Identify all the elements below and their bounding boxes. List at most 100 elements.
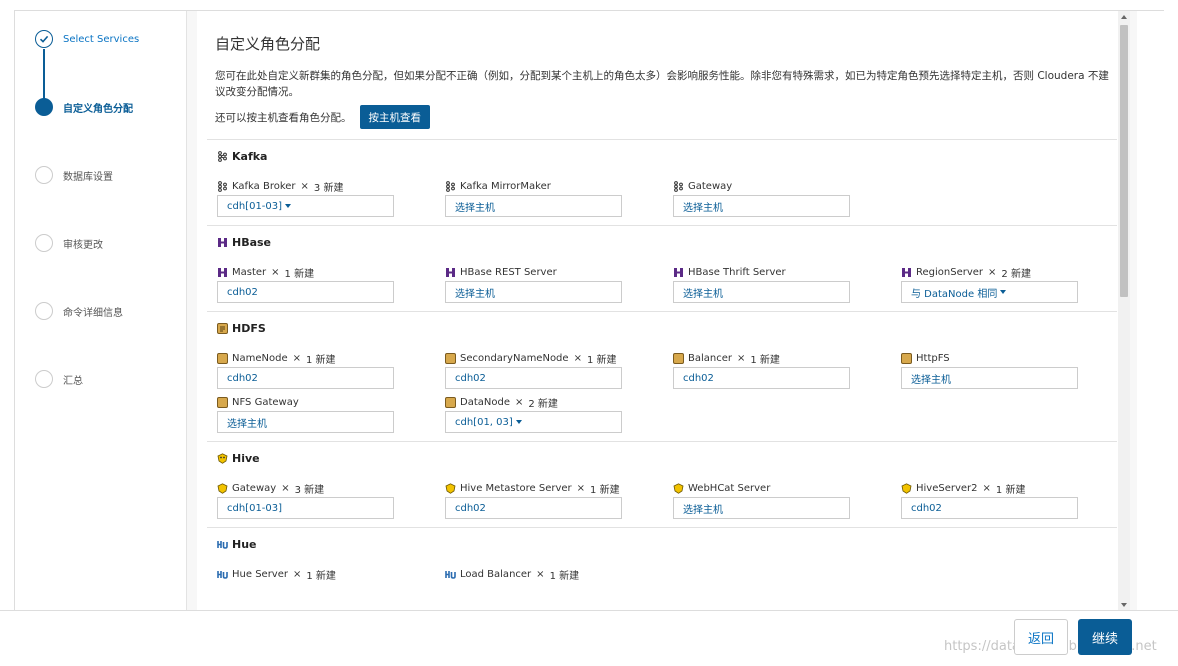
kafka-icon <box>446 180 455 192</box>
times-sign: × <box>988 266 997 278</box>
role-hbase-rest-server: HBase REST Server 选择主机 <box>445 265 673 303</box>
step-database-setup[interactable]: 数据库设置 <box>35 165 113 185</box>
kafka-icon <box>674 180 683 192</box>
page-description: 您可在此处自定义新群集的角色分配，但如果分配不正确（例如，分配到某个主机上的角色… <box>215 70 1109 98</box>
pending-step-dot <box>35 234 53 252</box>
step-label: 数据库设置 <box>63 171 113 183</box>
role-kafka-mirrormaker: Kafka MirrorMaker 选择主机 <box>445 179 673 217</box>
step-command-details[interactable]: 命令详细信息 <box>35 301 123 321</box>
role-name: Hue Server <box>232 568 288 580</box>
scroll-up-icon[interactable] <box>1121 15 1127 19</box>
host-selector[interactable]: 选择主机 <box>217 411 394 433</box>
role-hive-metastore-server: Hive Metastore Server × 1 新建 cdh02 <box>445 481 673 519</box>
role-name: Gateway <box>232 482 277 494</box>
role-name: NFS Gateway <box>232 396 299 408</box>
host-value: cdh02 <box>455 502 486 514</box>
host-selector[interactable]: 选择主机 <box>673 195 850 217</box>
service-hbase: HBase Master × 1 新建 cdh02 HBase REST Serve… <box>207 225 1117 311</box>
service-name: HBase <box>232 236 272 249</box>
host-selector[interactable]: cdh02 <box>217 367 394 389</box>
scroll-down-icon[interactable] <box>1121 603 1127 607</box>
host-selector[interactable]: 选择主机 <box>445 281 622 303</box>
host-selector[interactable]: 与 DataNode 相同 <box>901 281 1078 303</box>
service-title: HBase <box>217 236 1117 249</box>
wizard-frame: Select Services 自定义角色分配 数据库设置 审核更改 命令详细信… <box>14 10 1164 611</box>
step-label: 命令详细信息 <box>63 307 123 319</box>
hive-icon <box>901 482 912 494</box>
host-selector[interactable]: 选择主机 <box>901 367 1078 389</box>
back-button[interactable]: 返回 <box>1014 619 1068 655</box>
role-name: SecondaryNameNode <box>460 352 569 364</box>
times-sign: × <box>573 352 582 364</box>
step-select-services[interactable]: Select Services <box>35 29 139 49</box>
view-by-host-button[interactable]: 按主机查看 <box>359 105 430 129</box>
hive-icon <box>445 482 456 494</box>
role-name: HBase Thrift Server <box>688 266 786 278</box>
role-count: 1 新建 <box>750 354 780 366</box>
role-hue-server: Hue Server × 1 新建 <box>217 567 445 582</box>
times-sign: × <box>982 482 991 494</box>
host-value: cdh02 <box>911 502 942 514</box>
service-hive: Hive Gateway × 3 新建 cdh[01-03] Hive Metast… <box>207 441 1117 527</box>
role-name: Kafka Broker <box>232 180 296 192</box>
service-title: Hue <box>217 538 1117 551</box>
step-label: 自定义角色分配 <box>63 103 133 115</box>
service-hdfs: HDFS NameNode × 1 新建 cdh02 SecondaryNameNo… <box>207 311 1117 441</box>
role-count: 1 新建 <box>306 570 336 582</box>
host-selector[interactable]: 选择主机 <box>445 195 622 217</box>
role-count: 1 新建 <box>549 570 580 582</box>
hive-icon <box>217 482 228 494</box>
page-title: 自定义角色分配 <box>215 35 321 53</box>
times-sign: × <box>300 180 309 192</box>
kafka-icon <box>218 180 227 192</box>
view-by-host-row: 还可以按主机查看角色分配。 按主机查看 <box>215 105 1117 129</box>
vertical-scrollbar[interactable] <box>1118 11 1130 611</box>
role-hdfs-nfs-gateway: NFS Gateway 选择主机 <box>217 395 445 433</box>
kafka-icon <box>218 151 227 162</box>
times-sign: × <box>737 352 746 364</box>
host-selector[interactable]: cdh02 <box>901 497 1078 519</box>
step-summary[interactable]: 汇总 <box>35 369 83 389</box>
role-name: Hive Metastore Server <box>460 482 572 494</box>
role-hdfs-httpfs: HttpFS 选择主机 <box>901 351 1129 389</box>
role-name: Kafka MirrorMaker <box>460 180 551 192</box>
role-name: DataNode <box>460 396 510 408</box>
service-title: HDFS <box>217 322 1117 335</box>
host-selector[interactable]: cdh[01-03] <box>217 497 394 519</box>
host-value: 选择主机 <box>683 202 723 214</box>
role-count: 2 新建 <box>528 398 558 410</box>
times-sign: × <box>271 266 280 278</box>
host-value: cdh02 <box>227 372 258 384</box>
role-kafka-gateway: Gateway 选择主机 <box>673 179 901 217</box>
role-name: HttpFS <box>916 352 950 364</box>
host-selector[interactable]: cdh02 <box>445 367 622 389</box>
host-selector[interactable]: 选择主机 <box>673 281 850 303</box>
hdfs-icon <box>217 352 228 364</box>
host-selector[interactable]: cdh02 <box>673 367 850 389</box>
host-selector[interactable]: 选择主机 <box>673 497 850 519</box>
times-sign: × <box>292 568 302 580</box>
role-grid: Hue Server × 1 新建 Load Balancer × 1 新建 <box>217 567 1117 582</box>
role-grid: Master × 1 新建 cdh02 HBase REST Server 选择主机… <box>217 265 1117 303</box>
service-kafka: Kafka Kafka Broker × 3 新建 cdh[01-03] Kafka… <box>207 139 1117 225</box>
service-name: Hue <box>232 538 257 551</box>
role-hdfs-secondarynamenode: SecondaryNameNode × 1 新建 cdh02 <box>445 351 673 389</box>
scroll-thumb[interactable] <box>1120 25 1128 297</box>
chevron-down-icon <box>515 420 522 424</box>
continue-button[interactable]: 继续 <box>1078 619 1132 655</box>
pending-step-dot <box>35 302 53 320</box>
host-selector[interactable]: cdh[01, 03] <box>445 411 622 433</box>
host-selector[interactable]: cdh02 <box>217 281 394 303</box>
hive-icon <box>217 453 228 464</box>
role-count: 1 新建 <box>306 354 336 366</box>
service-title: Hive <box>217 452 1117 465</box>
step-custom-roles[interactable]: 自定义角色分配 <box>35 97 133 117</box>
hdfs-icon <box>217 396 228 408</box>
host-selector[interactable]: cdh02 <box>445 497 622 519</box>
role-name: NameNode <box>232 352 288 364</box>
times-sign: × <box>536 568 545 580</box>
host-selector[interactable]: cdh[01-03] <box>217 195 394 217</box>
view-by-host-text: 还可以按主机查看角色分配。 <box>215 111 352 124</box>
step-review-changes[interactable]: 审核更改 <box>35 233 103 253</box>
role-name: RegionServer <box>916 266 984 278</box>
